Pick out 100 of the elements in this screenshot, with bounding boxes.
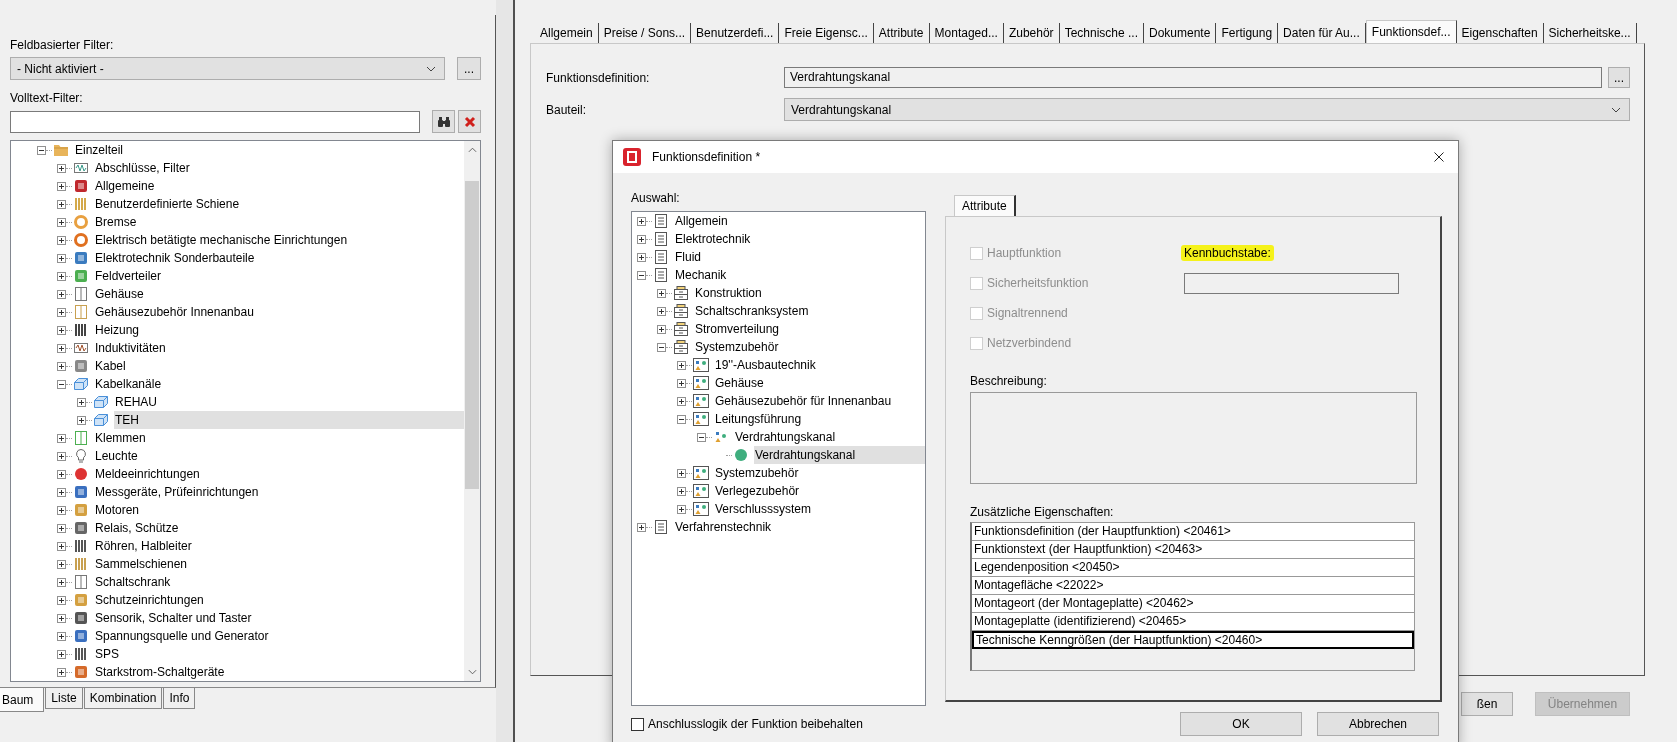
tree-item[interactable]: Kabel bbox=[94, 357, 464, 375]
expand-icon[interactable] bbox=[677, 486, 686, 496]
expand-icon[interactable] bbox=[657, 324, 666, 334]
tree-item[interactable]: Starkstrom-Schaltgeräte bbox=[94, 663, 464, 681]
more-button[interactable]: ... bbox=[457, 57, 481, 80]
expand-icon[interactable] bbox=[637, 216, 646, 226]
tree-item[interactable]: Stromverteilung bbox=[694, 320, 925, 338]
tree-item[interactable]: TEH bbox=[114, 411, 464, 429]
collapse-icon[interactable] bbox=[37, 145, 46, 155]
expand-icon[interactable] bbox=[57, 253, 66, 263]
expand-icon[interactable] bbox=[57, 163, 66, 173]
checkbox[interactable] bbox=[631, 717, 644, 731]
tree-item[interactable]: Relais, Schütze bbox=[94, 519, 464, 537]
expand-icon[interactable] bbox=[57, 505, 66, 515]
tree-item[interactable]: Mechanik bbox=[674, 266, 925, 284]
tab[interactable]: Info bbox=[163, 688, 196, 709]
expand-icon[interactable] bbox=[57, 649, 66, 659]
expand-icon[interactable] bbox=[677, 360, 686, 370]
tree-item[interactable]: Leuchte bbox=[94, 447, 464, 465]
tree-item[interactable]: 19''-Ausbautechnik bbox=[714, 356, 925, 374]
expand-icon[interactable] bbox=[57, 199, 66, 209]
filter-dropdown[interactable]: - Nicht aktiviert - bbox=[10, 57, 445, 80]
tree-item[interactable]: Verdrahtungskanal bbox=[734, 428, 925, 446]
more-button[interactable]: ... bbox=[1608, 67, 1630, 88]
expand-icon[interactable] bbox=[57, 541, 66, 551]
tree-item[interactable]: Verschlusssystem bbox=[714, 500, 925, 518]
tab[interactable]: Liste bbox=[45, 688, 83, 709]
clear-button[interactable] bbox=[458, 110, 481, 133]
expand-icon[interactable] bbox=[57, 271, 66, 281]
tree-item[interactable]: Konstruktion bbox=[694, 284, 925, 302]
tab[interactable]: Baum bbox=[0, 688, 45, 712]
tree-item[interactable]: Schaltschranksystem bbox=[694, 302, 925, 320]
expand-icon[interactable] bbox=[57, 577, 66, 587]
tree-item[interactable]: Induktivitäten bbox=[94, 339, 464, 357]
tab[interactable]: Kombination bbox=[83, 688, 163, 709]
expand-icon[interactable] bbox=[57, 235, 66, 245]
expand-icon[interactable] bbox=[57, 595, 66, 605]
description-field[interactable] bbox=[970, 392, 1417, 484]
tree-item[interactable]: Leitungsführung bbox=[714, 410, 925, 428]
expand-icon[interactable] bbox=[57, 559, 66, 569]
expand-icon[interactable] bbox=[57, 451, 66, 461]
tree-item[interactable]: Sensorik, Schalter und Taster bbox=[94, 609, 464, 627]
property-row[interactable]: Funktionsdefinition (der Hauptfunktion) <20461> bbox=[972, 523, 1414, 541]
tree-item[interactable]: Einzelteil bbox=[74, 141, 464, 159]
tree-item[interactable]: Systemzubehör bbox=[714, 464, 925, 482]
expand-icon[interactable] bbox=[637, 522, 646, 532]
property-row[interactable]: Montageort (der Montageplatte) <20462> bbox=[972, 595, 1414, 613]
tree-item[interactable]: Elektrotechnik Sonderbauteile bbox=[94, 249, 464, 267]
property-row[interactable]: Funktionstext (der Hauptfunktion) <20463> bbox=[972, 541, 1414, 559]
expand-icon[interactable] bbox=[77, 397, 86, 407]
collapse-icon[interactable] bbox=[657, 342, 666, 352]
expand-icon[interactable] bbox=[657, 288, 666, 298]
tree-item[interactable]: Schutzeinrichtungen bbox=[94, 591, 464, 609]
collapse-icon[interactable] bbox=[637, 270, 646, 280]
tree-item[interactable]: Verlegezubehör bbox=[714, 482, 925, 500]
expand-icon[interactable] bbox=[57, 631, 66, 641]
tree-item[interactable]: Gehäuse bbox=[714, 374, 925, 392]
scroll-up-icon[interactable] bbox=[467, 147, 477, 153]
expand-icon[interactable] bbox=[77, 415, 86, 425]
property-row[interactable]: Montagefläche <22022> bbox=[972, 577, 1414, 595]
dialog-button[interactable]: Abbrechen bbox=[1317, 712, 1439, 736]
collapse-icon[interactable] bbox=[677, 414, 686, 424]
search-button[interactable] bbox=[432, 110, 455, 133]
tree-item[interactable]: Gehäusezubehör Innenanbau bbox=[94, 303, 464, 321]
tree-item[interactable]: Gehäuse bbox=[94, 285, 464, 303]
tree-item[interactable]: Verdrahtungskanal bbox=[754, 446, 925, 464]
tree-item[interactable]: Schaltschrank bbox=[94, 573, 464, 591]
property-row[interactable]: Montageplatte (identifizierend) <20465> bbox=[972, 613, 1414, 631]
tree-item[interactable]: Kabelkanäle bbox=[94, 375, 464, 393]
tree-item[interactable]: Klemmen bbox=[94, 429, 464, 447]
expand-icon[interactable] bbox=[57, 469, 66, 479]
property-row[interactable]: Legendenposition <20450> bbox=[972, 559, 1414, 577]
component-dropdown[interactable]: Verdrahtungskanal bbox=[784, 98, 1630, 121]
tree-item[interactable]: Messgeräte, Prüfeinrichtungen bbox=[94, 483, 464, 501]
expand-icon[interactable] bbox=[57, 433, 66, 443]
tree-item[interactable]: Röhren, Halbleiter bbox=[94, 537, 464, 555]
expand-icon[interactable] bbox=[57, 487, 66, 497]
tree-item[interactable]: Verfahrenstechnik bbox=[674, 518, 925, 536]
keep-logic-option[interactable]: Anschlusslogik der Funktion beibehalten bbox=[631, 712, 863, 736]
expand-icon[interactable] bbox=[57, 361, 66, 371]
collapse-icon[interactable] bbox=[697, 432, 706, 442]
expand-icon[interactable] bbox=[57, 217, 66, 227]
expand-icon[interactable] bbox=[57, 325, 66, 335]
tree-item[interactable]: REHAU bbox=[114, 393, 464, 411]
tab[interactable]: Attribute bbox=[954, 195, 1016, 216]
tree-item[interactable]: Fluid bbox=[674, 248, 925, 266]
tree-item[interactable]: Allgemeine bbox=[94, 177, 464, 195]
fulltext-filter-field[interactable] bbox=[10, 110, 420, 133]
expand-icon[interactable] bbox=[677, 504, 686, 514]
function-definition-field[interactable]: Verdrahtungskanal bbox=[784, 67, 1603, 88]
tree-item[interactable]: Sammelschienen bbox=[94, 555, 464, 573]
property-row[interactable]: Technische Kenngrößen (der Hauptfunktion) <20460> bbox=[972, 631, 1414, 649]
expand-icon[interactable] bbox=[57, 181, 66, 191]
action-button[interactable]: ßen bbox=[1461, 692, 1513, 716]
tree-item[interactable]: SPS bbox=[94, 645, 464, 663]
tree-item[interactable]: Abschlüsse, Filter bbox=[94, 159, 464, 177]
tree-item[interactable]: Elektrotechnik bbox=[674, 230, 925, 248]
tree-item[interactable]: Feldverteiler bbox=[94, 267, 464, 285]
dialog-button[interactable]: OK bbox=[1180, 712, 1302, 736]
tree-item[interactable]: Gehäusezubehör für Innenanbau bbox=[714, 392, 925, 410]
